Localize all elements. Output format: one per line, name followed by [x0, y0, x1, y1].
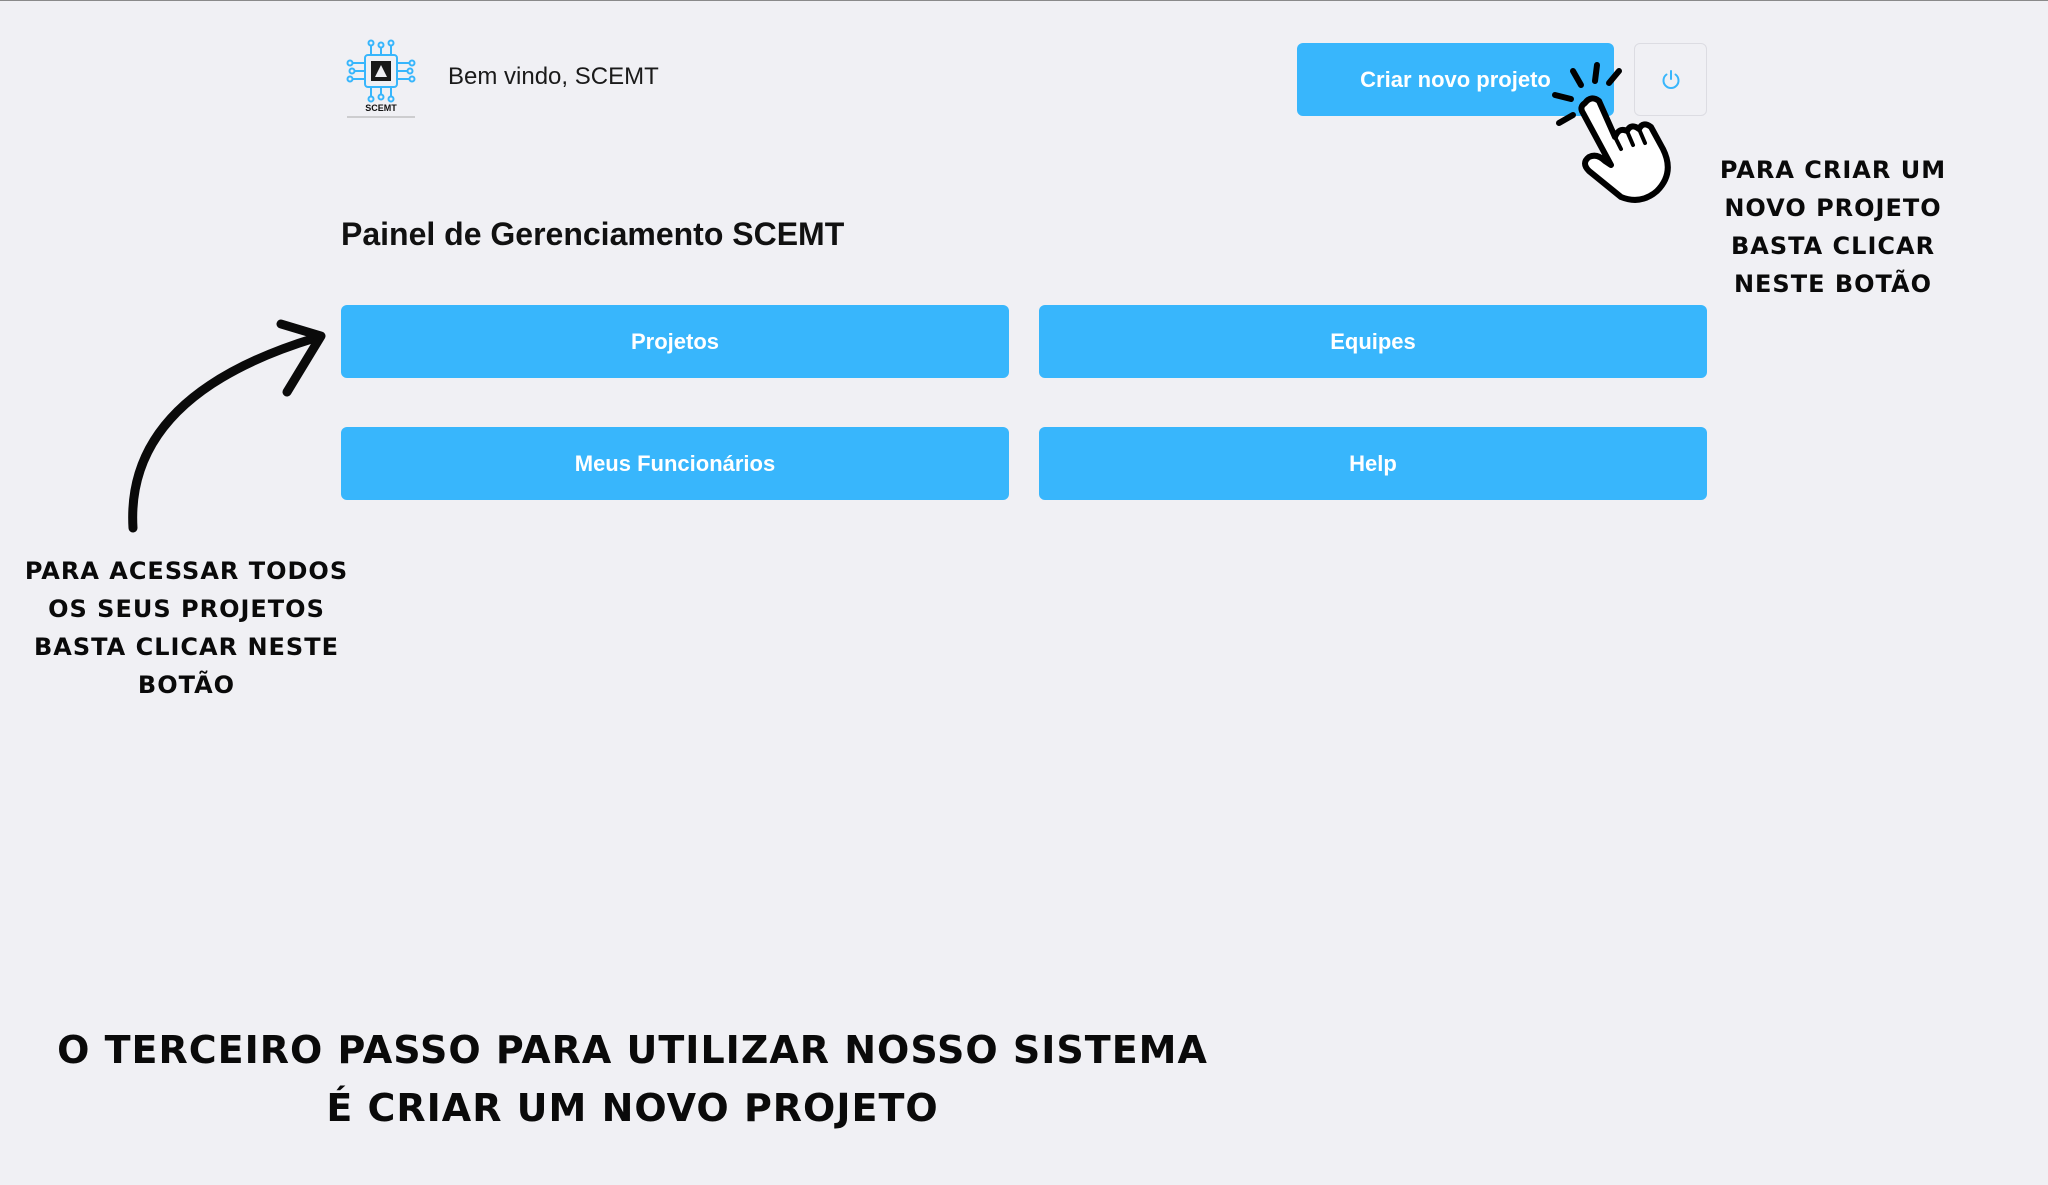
step-instruction: O terceiro passo para utilizar nosso sis… [50, 1021, 1215, 1137]
step-instruction-line: é criar um novo projeto [326, 1086, 939, 1130]
help-button[interactable]: Help [1039, 427, 1707, 500]
projects-button[interactable]: Projetos [341, 305, 1009, 378]
annotation-line: novo projeto [1724, 194, 1942, 222]
annotation-projects: Para acessar todos os seus projetos bast… [20, 552, 353, 704]
annotation-line: basta clicar neste [34, 633, 339, 661]
page-title: Painel de Gerenciamento SCEMT [341, 216, 845, 252]
curved-arrow-icon [115, 316, 335, 536]
annotation-line: os seus projetos [48, 595, 325, 623]
annotation-line: basta clicar [1730, 232, 1936, 260]
teams-button[interactable]: Equipes [1039, 305, 1707, 378]
scemt-logo: SCEMT [341, 37, 421, 119]
employees-button[interactable]: Meus Funcionários [341, 427, 1009, 500]
annotation-line: botão [137, 671, 236, 699]
annotation-line: Para criar um [1719, 156, 1947, 184]
annotation-create-project: Para criar um novo projeto basta clicar … [1700, 151, 1966, 303]
annotation-line: Para acessar todos [24, 557, 349, 585]
step-instruction-line: O terceiro passo para utilizar nosso sis… [57, 1028, 1208, 1072]
annotation-line: neste botão [1733, 270, 1933, 298]
logo-text: SCEMT [365, 103, 397, 113]
hand-pointer-icon [1545, 61, 1695, 206]
welcome-text: Bem vindo, SCEMT [448, 63, 659, 90]
